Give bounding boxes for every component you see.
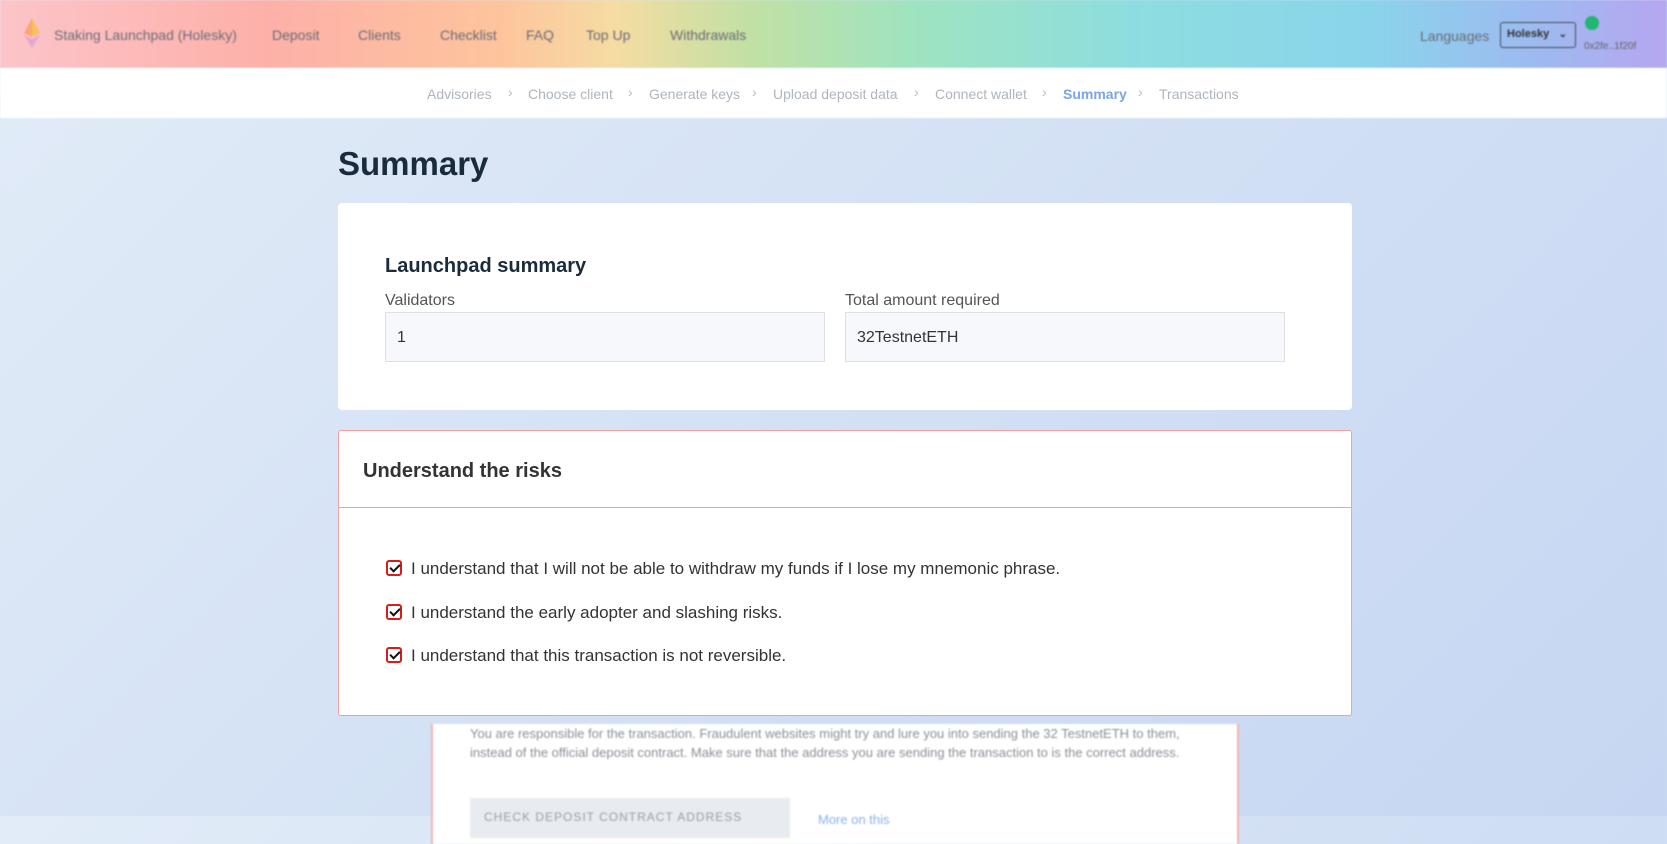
understand-risks-card: Understand the risks I understand that I… [338, 430, 1352, 716]
summary-card-title: Launchpad summary [385, 255, 587, 277]
responsibility-card: You are responsible for the transaction.… [431, 724, 1239, 844]
chevron-right-icon: › [752, 84, 757, 100]
total-amount-label: Total amount required [845, 292, 1000, 309]
nav-clients[interactable]: Clients [358, 27, 401, 43]
breadcrumb-upload-deposit-data[interactable]: Upload deposit data [773, 86, 898, 102]
responsibility-text: You are responsible for the transaction.… [470, 726, 1180, 760]
chevron-right-icon: › [914, 84, 919, 100]
nav-checklist[interactable]: Checklist [440, 27, 497, 43]
check-deposit-contract-button[interactable]: CHECK DEPOSIT CONTRACT ADDRESS [470, 798, 790, 838]
network-select-value: Holesky [1507, 28, 1550, 40]
launchpad-summary-card: Launchpad summary Validators 1 Total amo… [338, 203, 1352, 410]
validators-field: 1 [385, 312, 825, 362]
chevron-right-icon: › [1138, 84, 1143, 100]
checkbox-checked[interactable] [386, 604, 402, 620]
nav-withdrawals[interactable]: Withdrawals [670, 27, 746, 43]
ethereum-logo-icon[interactable] [24, 18, 40, 48]
risks-card-header: Understand the risks [339, 431, 1351, 508]
breadcrumb-generate-keys[interactable]: Generate keys [649, 86, 740, 102]
chevron-right-icon: › [628, 84, 633, 100]
chevron-right-icon: › [1042, 84, 1047, 100]
wallet-address[interactable]: 0x2fe..1f20f [1584, 41, 1636, 52]
checkbox-checked[interactable] [386, 647, 402, 663]
total-amount-field: 32TestnetETH [845, 312, 1285, 362]
chevron-down-icon: ⌄ [1558, 29, 1567, 40]
breadcrumb-advisories[interactable]: Advisories [427, 86, 492, 102]
brand-title[interactable]: Staking Launchpad (Holesky) [54, 27, 237, 43]
breadcrumb-choose-client[interactable]: Choose client [528, 86, 613, 102]
checkbox-checked[interactable] [386, 560, 402, 576]
network-select[interactable]: Holesky ⌄ [1500, 22, 1576, 48]
nav-faq[interactable]: FAQ [526, 27, 554, 43]
page-title: Summary [338, 145, 489, 182]
risk-checkbox-label[interactable]: I understand that I will not be able to … [411, 559, 1060, 579]
breadcrumb-connect-wallet[interactable]: Connect wallet [935, 86, 1027, 102]
more-info-link[interactable]: More on this [818, 812, 890, 827]
chevron-right-icon: › [508, 84, 513, 100]
top-navbar: Staking Launchpad (Holesky) Deposit Clie… [0, 0, 1667, 68]
nav-deposit[interactable]: Deposit [272, 27, 319, 43]
nav-top-up[interactable]: Top Up [586, 27, 630, 43]
validators-label: Validators [385, 292, 455, 309]
risks-card-title: Understand the risks [363, 460, 562, 482]
breadcrumb-transactions[interactable]: Transactions [1159, 86, 1239, 102]
breadcrumb-summary[interactable]: Summary [1063, 86, 1127, 102]
connected-status-icon [1585, 16, 1599, 30]
risk-checkbox-label[interactable]: I understand that this transaction is no… [411, 646, 786, 666]
risk-checkbox-label[interactable]: I understand the early adopter and slash… [411, 603, 782, 623]
languages-link[interactable]: Languages [1420, 28, 1489, 44]
